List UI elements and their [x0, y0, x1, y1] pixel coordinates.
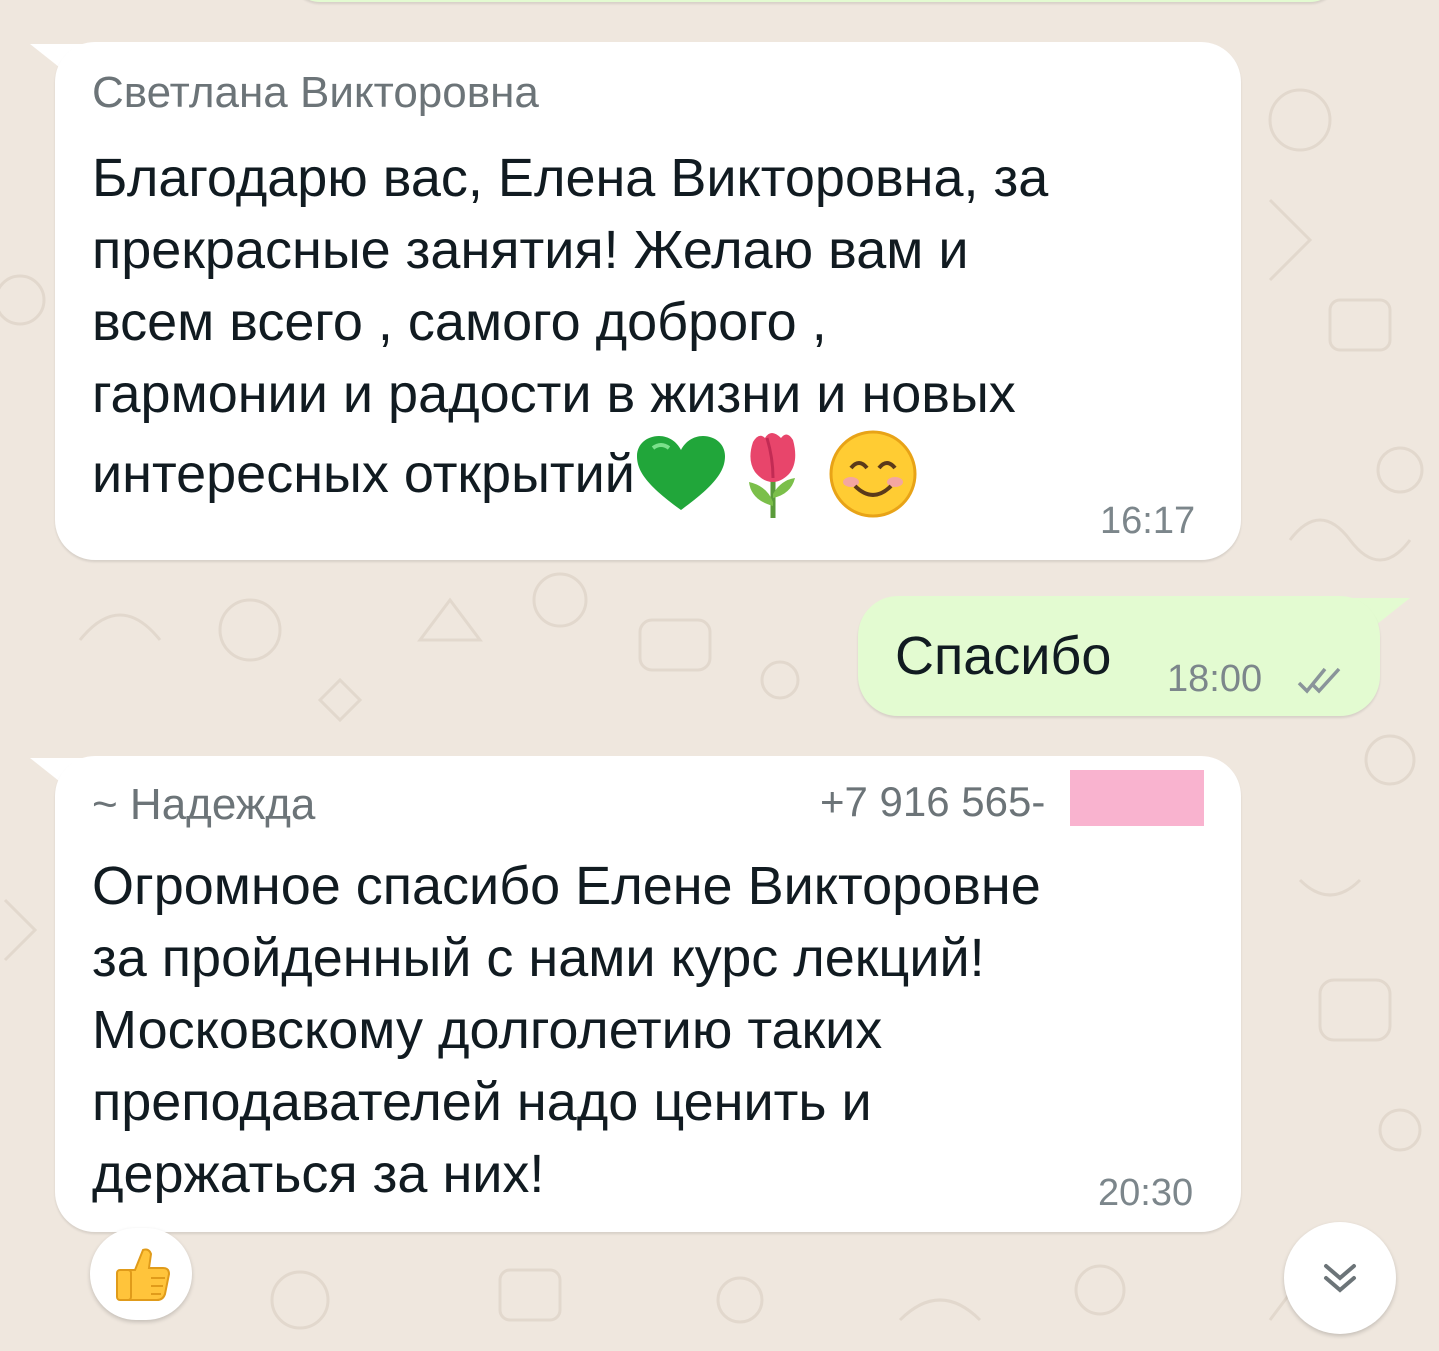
- reaction-badge[interactable]: [90, 1228, 192, 1320]
- smiling-face-icon: [829, 430, 917, 518]
- message-text: Огромное спасибо Елене Викторовне за про…: [92, 850, 1041, 1210]
- sender-name[interactable]: ~ Надежда: [92, 780, 315, 830]
- message-line: держаться за них!: [92, 1144, 545, 1204]
- message-line: Благодарю вас, Елена Викторовна, за: [92, 148, 1049, 208]
- sender-phone[interactable]: +7 916 565-: [820, 778, 1045, 826]
- double-check-icon: [1297, 667, 1341, 694]
- message-line: преподавателей надо ценить и: [92, 1072, 872, 1132]
- message-line: Московскому долголетию таких: [92, 1000, 883, 1060]
- message-line: прекрасные занятия! Желаю вам и: [92, 220, 969, 280]
- message-line: интересных открытий: [92, 430, 1048, 518]
- message-line: гармонии и радости в жизни и новых: [92, 364, 1016, 424]
- message-time: 18:00: [1167, 658, 1263, 700]
- previous-message-bubble: [290, 0, 1340, 2]
- message-time: 16:17: [1100, 500, 1196, 542]
- message-time: 20:30: [1098, 1172, 1194, 1214]
- message-line: Огромное спасибо Елене Викторовне: [92, 856, 1041, 916]
- message-line: за пройденный с нами курс лекций!: [92, 928, 985, 988]
- thumbs-up-icon: [116, 1248, 171, 1301]
- message-line-text: интересных открытий: [92, 444, 635, 504]
- sender-name[interactable]: Светлана Викторовна: [92, 68, 539, 118]
- message-text: Благодарю вас, Елена Викторовна, за прек…: [92, 142, 1049, 518]
- message-text: Спасибо: [895, 626, 1112, 686]
- message-line: всем всего , самого доброго ,: [92, 292, 827, 352]
- green-heart-icon: [636, 436, 725, 510]
- scroll-to-bottom-button[interactable]: [1284, 1222, 1396, 1334]
- redaction-block: [1070, 770, 1204, 826]
- tulip-icon: [748, 433, 796, 518]
- double-chevron-down-icon: [1324, 1264, 1356, 1293]
